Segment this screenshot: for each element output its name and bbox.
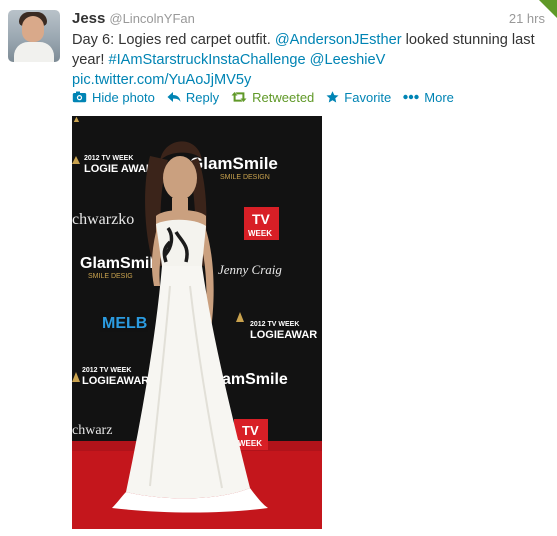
svg-text:LOGIEAWAR: LOGIEAWAR (250, 329, 317, 341)
tweet-header: Jess @LincolnYFan 21 hrs (72, 10, 545, 30)
avatar[interactable] (8, 10, 60, 62)
photo-icon (72, 91, 87, 103)
svg-text:TV: TV (252, 211, 271, 227)
pic-link[interactable]: pic.twitter.com/YuAoJjMV5y (72, 72, 251, 88)
user-handle[interactable]: @LincolnYFan (109, 11, 194, 26)
tweet-actions: Hide photo Reply Retweeted Favorite More (72, 88, 466, 106)
retweeted-button[interactable]: Retweeted (231, 90, 314, 105)
hide-photo-button[interactable]: Hide photo (72, 90, 155, 105)
mention-link[interactable]: @AndersonJEsther (275, 32, 402, 48)
svg-text:WEEK: WEEK (248, 229, 272, 238)
logo-glamsmile: GlamSmil (80, 255, 154, 272)
user-name[interactable]: Jess (72, 10, 105, 27)
svg-text:WEEK: WEEK (238, 439, 262, 448)
tweet: Jess @LincolnYFan 21 hrs Day 6: Logies re… (0, 0, 557, 536)
svg-text:2012 TV WEEK: 2012 TV WEEK (82, 367, 131, 374)
svg-text:▲: ▲ (72, 116, 81, 124)
reply-button[interactable]: Reply (167, 90, 219, 105)
logo-schwarzkopf: chwarzko (72, 211, 134, 228)
tweet-photo[interactable]: ▲ 2012 TV WEEK LOGIE AWARDS GlamSmile SM… (72, 116, 322, 529)
red-carpet-photo: ▲ 2012 TV WEEK LOGIE AWARDS GlamSmile SM… (72, 116, 322, 529)
svg-text:chwarz: chwarz (72, 423, 112, 438)
svg-text:amSmile: amSmile (222, 371, 288, 388)
svg-text:2012 TV WEEK: 2012 TV WEEK (250, 321, 299, 328)
svg-text:TV: TV (242, 423, 259, 438)
star-icon (326, 91, 339, 103)
more-button[interactable]: More (403, 90, 454, 105)
svg-text:SMILE DESIG: SMILE DESIG (88, 273, 133, 280)
logo-melb: MELB (102, 315, 147, 332)
dots-icon (403, 94, 419, 100)
logo-tv-week: 2012 TV WEEK (84, 155, 133, 162)
reply-icon (167, 92, 181, 102)
logo-smile-design: SMILE DESIGN (220, 174, 270, 181)
retweet-icon (231, 92, 247, 102)
logo-jenny-craig: Jenny Craig (218, 262, 282, 277)
favorite-button[interactable]: Favorite (326, 90, 391, 105)
timestamp[interactable]: 21 hrs (509, 11, 545, 26)
tweet-text: Day 6: Logies red carpet outfit. @Anders… (72, 32, 535, 88)
mention-link[interactable]: @LeeshieV (310, 52, 386, 68)
logo-glamsmile: GlamSmile (190, 154, 278, 173)
hashtag-link[interactable]: #IAmStarstruckInstaChallenge (109, 52, 306, 68)
